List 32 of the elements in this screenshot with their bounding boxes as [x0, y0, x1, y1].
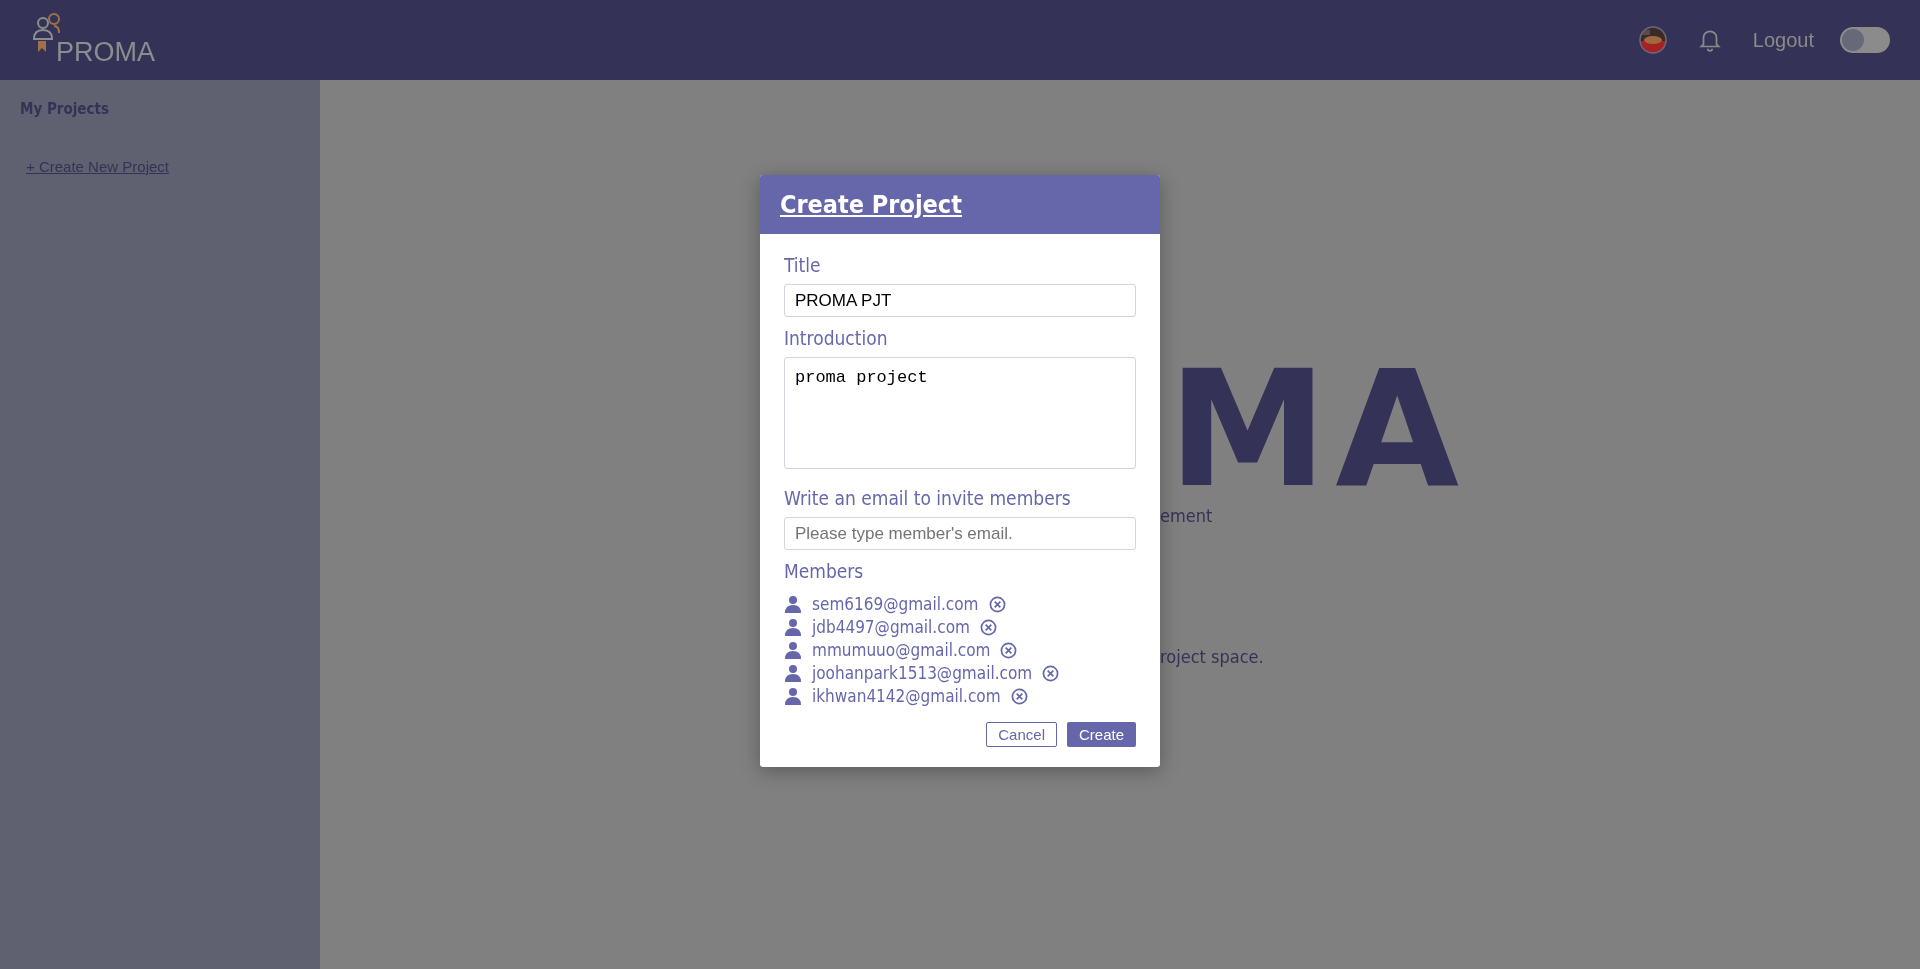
field-label: Introduction — [784, 327, 889, 349]
person-icon — [784, 664, 802, 682]
field-label: Write an email to invite members — [784, 487, 1072, 509]
create-button[interactable]: Create — [1066, 722, 1136, 747]
member-email: joohanpark1513@gmail.com — [812, 663, 1033, 683]
remove-button[interactable] — [1042, 664, 1060, 682]
avatar[interactable] — [1638, 26, 1667, 54]
theme-toggle[interactable] — [1840, 27, 1890, 53]
field-label: Title — [784, 254, 822, 276]
person-icon — [784, 641, 802, 659]
hero-text: roject space. — [1160, 646, 1265, 667]
remove-button[interactable] — [988, 595, 1006, 613]
title-field[interactable]: PROMA PJT — [784, 284, 1136, 317]
remove-button[interactable] — [979, 618, 997, 636]
person-icon — [784, 618, 802, 636]
member-email: sem6169@gmail.com — [812, 594, 979, 614]
remove-button[interactable] — [1010, 687, 1028, 705]
members-label: Members — [784, 560, 865, 582]
person-icon — [784, 687, 802, 705]
introduction-field[interactable]: proma project — [784, 357, 1136, 469]
hero-title: MA — [1168, 365, 1469, 495]
logout-link[interactable]: Logout — [1752, 28, 1814, 52]
person-icon — [784, 595, 802, 613]
member-email: jdb4497@gmail.com — [812, 617, 970, 637]
dialog-title: Create Project — [780, 190, 962, 219]
member-email: ikhwan4142@gmail.com — [812, 686, 1001, 706]
member-email: mmumuuo@gmail.com — [812, 640, 991, 660]
remove-button[interactable] — [1000, 641, 1018, 659]
email-field[interactable]: Please type member's email. — [784, 517, 1136, 550]
hero-subtitle: ement — [1160, 505, 1214, 526]
cancel-button[interactable]: Cancel — [986, 722, 1057, 747]
logo-text: PROMA — [56, 37, 155, 68]
